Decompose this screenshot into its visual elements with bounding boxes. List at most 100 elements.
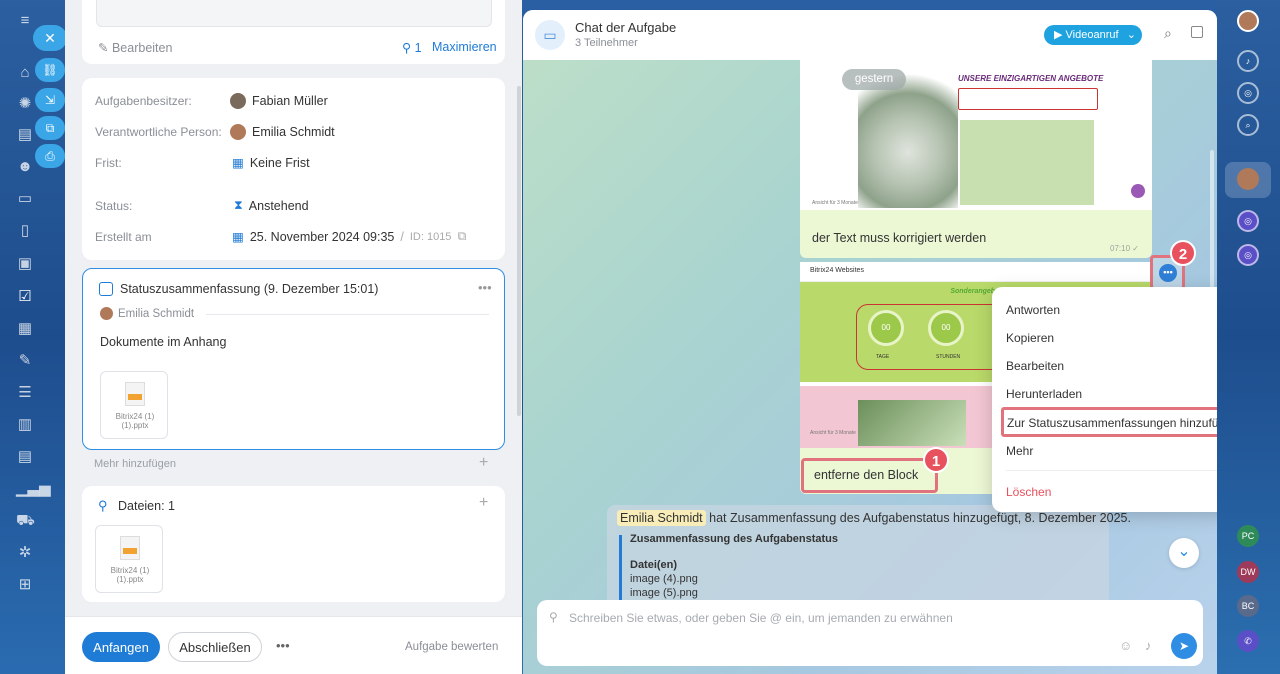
document-icon[interactable]: ▯: [16, 222, 34, 240]
step-badge-1: 1: [923, 447, 949, 473]
menu-item-edit[interactable]: Bearbeiten: [1006, 359, 1064, 373]
storage-icon[interactable]: ▭: [16, 190, 34, 208]
open-new-window-icon[interactable]: ⧉: [35, 116, 65, 140]
send-button[interactable]: ➤: [1171, 633, 1197, 659]
avatar: [1237, 168, 1259, 190]
menu-item-download[interactable]: Herunterladen: [1006, 387, 1082, 401]
more-icon[interactable]: •••: [478, 280, 492, 295]
minimize-icon[interactable]: ⇲: [35, 88, 65, 112]
search-icon[interactable]: ⌕: [1237, 114, 1259, 136]
settings-icon[interactable]: ✲: [16, 544, 34, 562]
phone-icon[interactable]: ✆: [1237, 630, 1259, 652]
created-label: Erstellt am: [95, 230, 152, 244]
task-panel: ✎ Bearbeiten ⚲ 1 Maximieren Aufgabenbesi…: [65, 0, 522, 674]
grid-icon[interactable]: ⊞: [16, 576, 34, 594]
image-caption: Ansicht für 3 Monate: [810, 430, 856, 436]
link-icon[interactable]: ⛓: [35, 58, 65, 82]
home-icon[interactable]: ⌂: [16, 64, 34, 82]
deadline-value[interactable]: ▦ Keine Frist: [232, 155, 310, 171]
active-chat-item[interactable]: [1225, 162, 1271, 198]
group-chat-icon[interactable]: ◎: [1237, 244, 1259, 266]
chevron-down-icon[interactable]: ⌄: [1127, 25, 1136, 45]
search-icon[interactable]: ⌕: [1164, 25, 1172, 42]
bell-icon[interactable]: ♪: [1237, 50, 1259, 72]
badge-icon: [1131, 184, 1145, 198]
menu-item-reply[interactable]: Antworten: [1006, 303, 1060, 317]
maximize-link[interactable]: Maximieren: [432, 40, 497, 54]
microphone-icon[interactable]: ♪: [1145, 638, 1152, 653]
quote-file[interactable]: image (5).png: [630, 587, 698, 599]
files-card: ⚲ Dateien: 1 + Bitrix24 (1) (1).pptx: [82, 486, 505, 602]
avatar: [230, 124, 246, 140]
offer-list: [960, 120, 1094, 205]
add-file-icon[interactable]: +: [479, 494, 488, 512]
attachment-count[interactable]: ⚲ 1: [402, 40, 422, 55]
responsible-value[interactable]: Emilia Schmidt: [230, 124, 335, 140]
summary-icon: [99, 282, 113, 296]
contact-avatar[interactable]: DW: [1237, 561, 1259, 583]
created-value: ▦ 25. November 2024 09:35/ID: 1015 ⧉: [232, 229, 467, 244]
status-summary-card: Statuszusammenfassung (9. Dezember 15:01…: [82, 268, 505, 450]
more-icon[interactable]: •••: [1159, 264, 1177, 282]
menu-item-copy[interactable]: Kopieren: [1006, 331, 1054, 345]
message-text-highlight[interactable]: entferne den Block: [801, 458, 938, 493]
close-slider-button[interactable]: ✕: [33, 25, 67, 51]
folder-icon[interactable]: ▥: [16, 416, 34, 434]
paperclip-icon: ⚲: [402, 41, 412, 55]
start-button[interactable]: Anfangen: [82, 632, 160, 662]
user-mention[interactable]: Emilia Schmidt: [617, 510, 706, 526]
calendar-icon[interactable]: ▦: [16, 320, 34, 338]
video-call-button[interactable]: ▶ Videoanruf ⌄: [1044, 25, 1142, 45]
pen-icon[interactable]: ✎: [16, 352, 34, 370]
quote-file[interactable]: image (4).png: [630, 573, 698, 585]
filter-icon[interactable]: ☰: [16, 384, 34, 402]
menu-item-more[interactable]: Mehr: [1006, 444, 1033, 458]
plus-icon[interactable]: +: [479, 454, 488, 472]
website-toolbar: Bitrix24 Websites: [800, 262, 1152, 282]
feed-icon[interactable]: ▤: [16, 126, 34, 144]
finish-button[interactable]: Abschließen: [168, 632, 262, 662]
task-id: ID: 1015: [409, 230, 452, 243]
summary-file[interactable]: Bitrix24 (1) (1).pptx: [100, 371, 168, 439]
website-brand: Bitrix24 Websites: [810, 267, 864, 274]
tasks-icon[interactable]: ☑: [16, 288, 34, 306]
contact-avatar[interactable]: PC: [1237, 525, 1259, 547]
group-chat-icon[interactable]: ◎: [1237, 210, 1259, 232]
list-icon[interactable]: ▤: [16, 448, 34, 466]
menu-divider: [1006, 470, 1253, 471]
status-value: ⧗ Anstehend: [234, 198, 309, 213]
avatar: [100, 307, 113, 320]
rate-task-link[interactable]: Aufgabe bewerten: [405, 641, 498, 653]
sidebar-toggle-icon[interactable]: [1191, 26, 1203, 38]
copy-icon[interactable]: ⧉: [457, 229, 466, 244]
chart-icon[interactable]: ▁▃▅: [16, 480, 51, 498]
responsible-label: Verantwortliche Person:: [95, 125, 222, 139]
cart-icon[interactable]: ⛟: [16, 512, 35, 530]
emoji-icon[interactable]: ☺: [1119, 638, 1132, 653]
scroll-down-button[interactable]: ⌄: [1169, 538, 1199, 568]
contacts-icon[interactable]: ☻: [16, 158, 34, 176]
more-actions-icon[interactable]: •••: [276, 638, 290, 653]
print-icon[interactable]: ⎙: [35, 144, 65, 168]
menu-item-delete[interactable]: Löschen: [1006, 485, 1051, 499]
file-item[interactable]: Bitrix24 (1) (1).pptx: [95, 525, 163, 593]
participants-count[interactable]: 3 Teilnehmer: [575, 37, 638, 49]
gear-icon[interactable]: ✺: [16, 95, 34, 113]
hourglass-icon: ⧗: [234, 198, 243, 212]
panel-scrollbar[interactable]: [517, 86, 521, 416]
channel-icon[interactable]: ◎: [1237, 82, 1259, 104]
message-input[interactable]: Schreiben Sie etwas, oder geben Sie @ ei…: [569, 611, 1129, 625]
contact-avatar[interactable]: BC: [1237, 595, 1259, 617]
owner-value[interactable]: Fabian Müller: [230, 93, 328, 109]
paperclip-icon[interactable]: ⚲: [549, 610, 558, 624]
files-title: Dateien: 1: [118, 499, 175, 513]
message-text: der Text muss korrigiert werden: [812, 231, 987, 245]
system-message-line: Emilia Schmidt hat Zusammenfassung des A…: [617, 510, 1131, 526]
menu-icon[interactable]: ≡: [16, 12, 34, 30]
edit-link[interactable]: ✎ Bearbeiten: [98, 40, 172, 55]
countdown-hours: 00: [928, 310, 964, 346]
user-avatar[interactable]: [1237, 10, 1259, 32]
add-more-link[interactable]: Mehr hinzufügen: [94, 458, 176, 470]
monitor-icon[interactable]: ▣: [16, 255, 34, 273]
pencil-icon: ✎: [98, 41, 109, 55]
